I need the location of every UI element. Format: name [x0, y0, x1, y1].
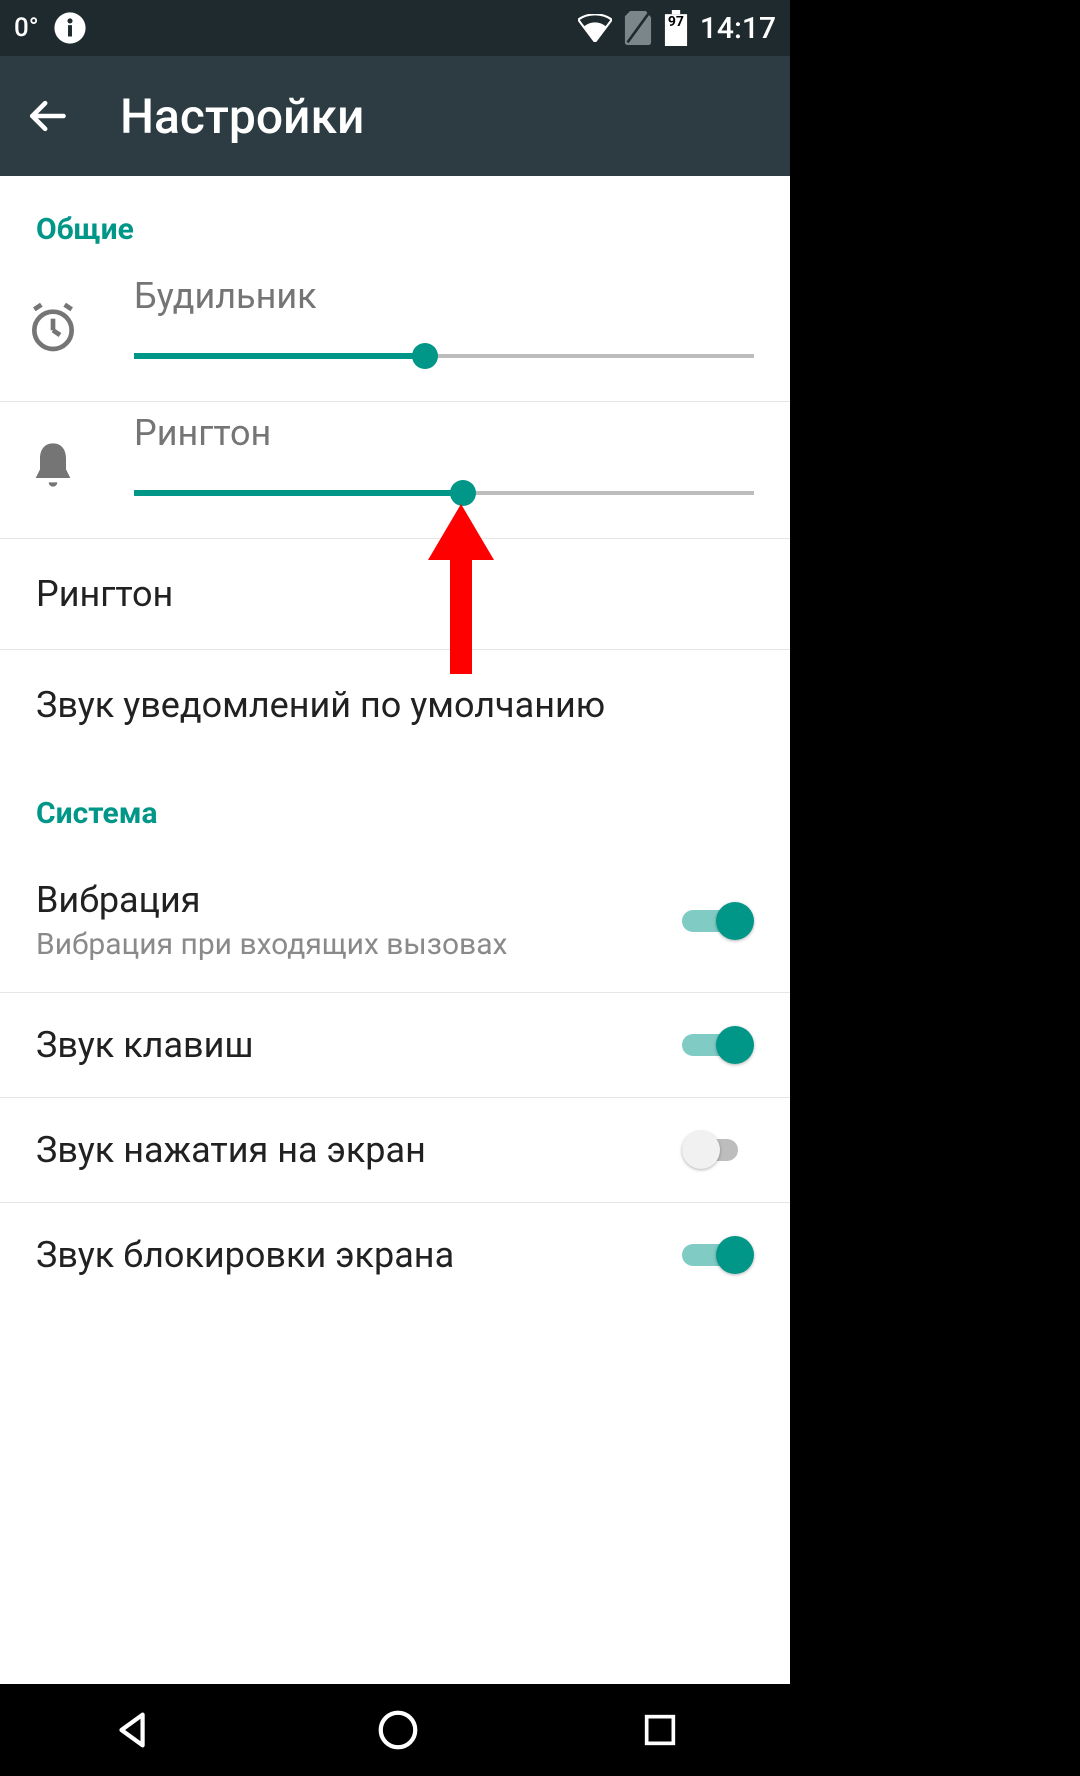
nav-recents-button[interactable]	[640, 1710, 680, 1750]
status-bar: 0° 97 14:17	[0, 0, 790, 56]
alarm-volume-slider[interactable]	[134, 341, 754, 371]
nav-home-button[interactable]	[375, 1707, 421, 1753]
wifi-icon	[578, 14, 612, 42]
page-title: Настройки	[120, 88, 364, 145]
navigation-bar	[0, 1684, 790, 1776]
locksound-switch[interactable]	[682, 1233, 754, 1277]
ringtone-volume-row: Рингтон	[0, 402, 790, 539]
locksound-title: Звук блокировки экрана	[36, 1234, 682, 1276]
battery-icon: 97	[664, 10, 688, 46]
vibration-row[interactable]: Вибрация Вибрация при входящих вызовах	[0, 849, 790, 993]
section-header-system: Система	[0, 760, 790, 849]
vibration-subtitle: Вибрация при входящих вызовах	[36, 927, 682, 962]
settings-content: Общие Будильник Рингтон	[0, 176, 790, 1287]
app-bar: Настройки	[0, 56, 790, 176]
vibration-switch[interactable]	[682, 899, 754, 943]
touchsound-switch[interactable]	[682, 1128, 754, 1172]
status-clock: 14:17	[700, 11, 776, 46]
touchsound-title: Звук нажатия на экран	[36, 1129, 682, 1171]
info-icon	[53, 11, 87, 45]
sim-icon	[624, 11, 652, 45]
keytones-row[interactable]: Звук клавиш	[0, 993, 790, 1098]
keytones-title: Звук клавиш	[36, 1024, 682, 1066]
alarm-volume-label: Будильник	[134, 275, 754, 317]
section-header-general: Общие	[0, 176, 790, 265]
vibration-title: Вибрация	[36, 879, 682, 921]
touchsound-row[interactable]: Звук нажатия на экран	[0, 1098, 790, 1203]
default-notification-sound-row[interactable]: Звук уведомлений по умолчанию	[0, 650, 790, 760]
ringtone-row[interactable]: Рингтон	[0, 539, 790, 650]
back-button[interactable]	[22, 91, 72, 141]
alarm-icon	[18, 293, 88, 363]
ringtone-volume-slider[interactable]	[134, 478, 754, 508]
bell-icon	[18, 430, 88, 500]
locksound-row[interactable]: Звук блокировки экрана	[0, 1203, 790, 1287]
ringtone-volume-label: Рингтон	[134, 412, 754, 454]
keytones-switch[interactable]	[682, 1023, 754, 1067]
nav-back-button[interactable]	[110, 1707, 156, 1753]
alarm-volume-row: Будильник	[0, 265, 790, 402]
status-temperature: 0°	[14, 13, 39, 43]
battery-percent: 97	[664, 14, 688, 30]
